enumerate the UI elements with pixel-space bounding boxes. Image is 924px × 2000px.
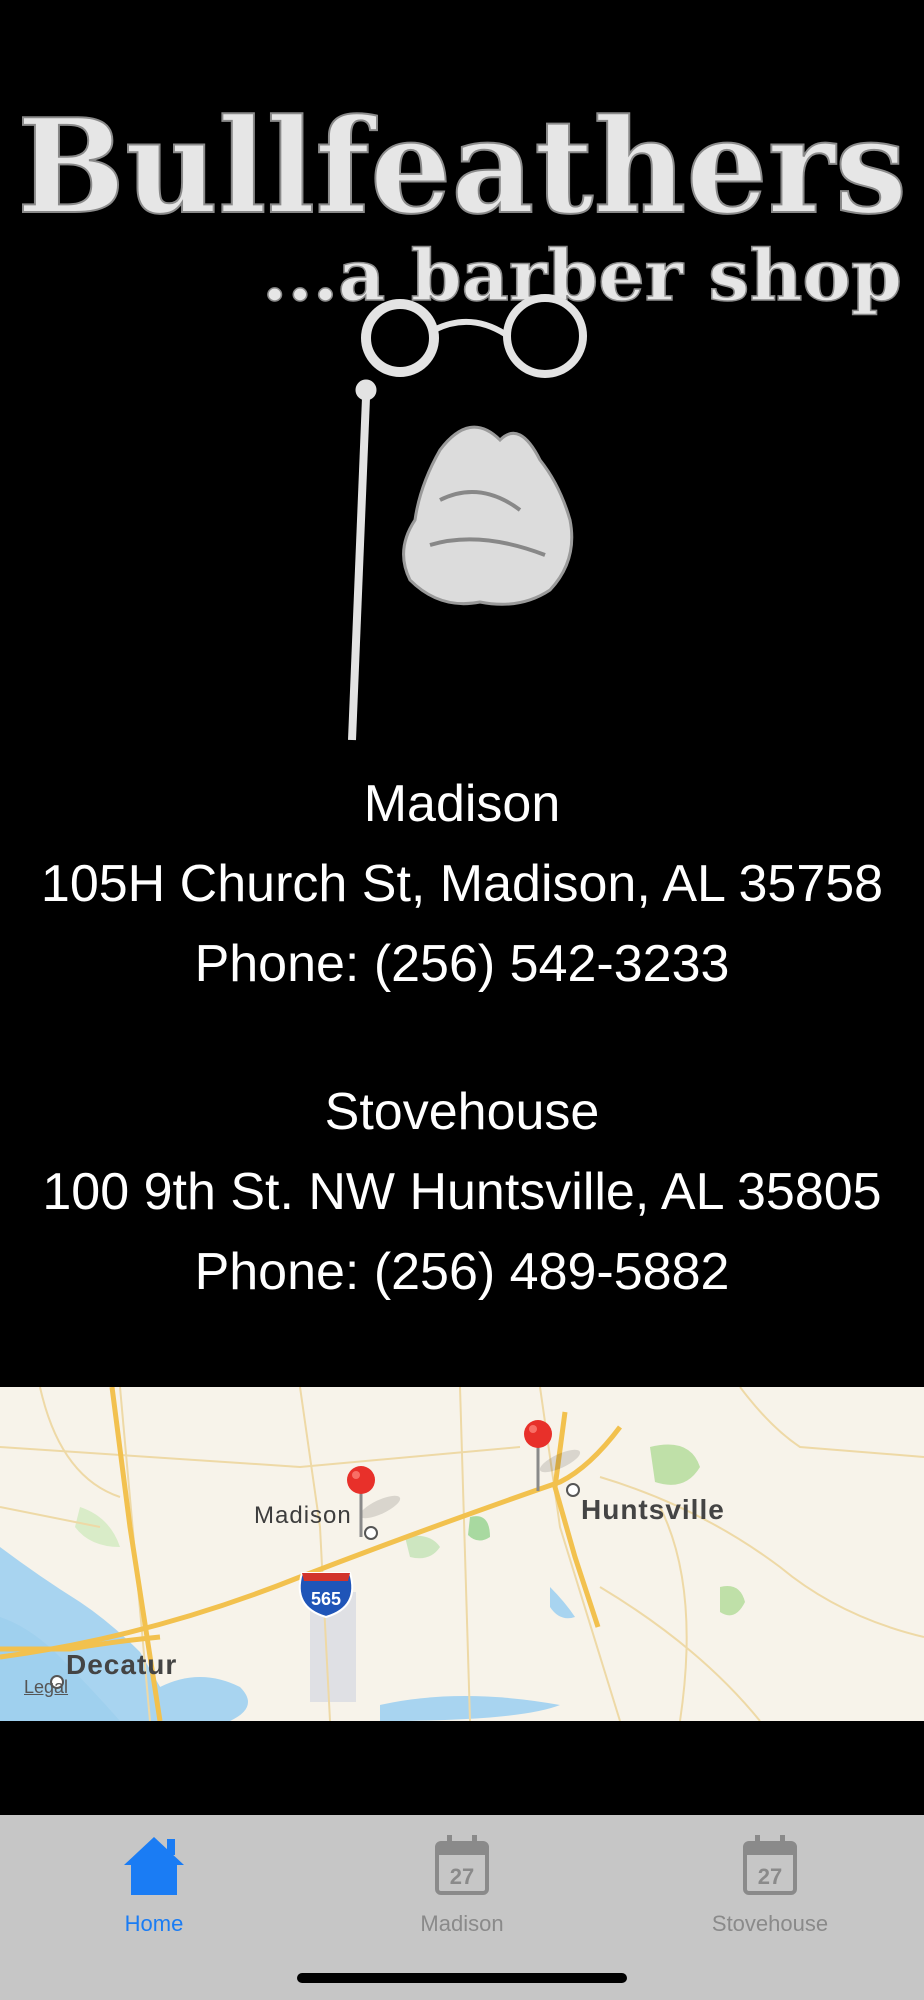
location-madison: Madison 105H Church St, Madison, AL 3575… bbox=[0, 764, 924, 1004]
map-label-madison: Madison bbox=[254, 1502, 352, 1529]
tab-madison[interactable]: 27 Madison bbox=[308, 1815, 616, 1936]
location-name: Stovehouse bbox=[324, 1083, 600, 1141]
location-phone[interactable]: Phone: (256) 489-5882 bbox=[0, 1232, 924, 1312]
location-stovehouse: Stovehouse 100 9th St. NW Huntsville, AL… bbox=[0, 1072, 924, 1312]
map-pin-stovehouse[interactable] bbox=[523, 1419, 553, 1493]
location-phone[interactable]: Phone: (256) 542-3233 bbox=[0, 924, 924, 1004]
map-label-huntsville: Huntsville bbox=[581, 1494, 725, 1525]
brand-name: Bullfeathers bbox=[17, 90, 907, 243]
location-address: 105H Church St, Madison, AL 35758 bbox=[40, 855, 884, 913]
tab-madison-label: Madison bbox=[420, 1911, 504, 1936]
town-marker-huntsville bbox=[566, 1483, 580, 1497]
map-view[interactable]: 565 Madison Huntsville Decatur Legal bbox=[0, 1387, 924, 1721]
home-indicator[interactable] bbox=[297, 1973, 627, 1983]
location-address: 100 9th St. NW Huntsville, AL 35805 bbox=[42, 1163, 882, 1221]
calendar-day: 27 bbox=[758, 1864, 782, 1889]
location-name: Madison bbox=[363, 775, 561, 833]
calendar-icon: 27 bbox=[427, 1831, 497, 1901]
map-legal-link[interactable]: Legal bbox=[24, 1677, 68, 1698]
interstate-number: 565 bbox=[311, 1589, 341, 1609]
tab-home[interactable]: Home bbox=[0, 1815, 308, 1936]
map-label-decatur: Decatur bbox=[66, 1649, 178, 1680]
brand-tagline: ...a barber shop bbox=[262, 234, 902, 317]
tab-stovehouse[interactable]: 27 Stovehouse bbox=[616, 1815, 924, 1936]
tab-home-label: Home bbox=[124, 1911, 184, 1936]
home-icon bbox=[119, 1831, 189, 1901]
map-pin-madison[interactable] bbox=[346, 1465, 376, 1539]
mustache-shape bbox=[402, 425, 574, 606]
tab-stovehouse-label: Stovehouse bbox=[711, 1911, 829, 1936]
calendar-icon: 27 bbox=[735, 1831, 805, 1901]
brand-logo: Bullfeathers ...a barber shop bbox=[0, 90, 924, 750]
calendar-day: 27 bbox=[450, 1864, 474, 1889]
